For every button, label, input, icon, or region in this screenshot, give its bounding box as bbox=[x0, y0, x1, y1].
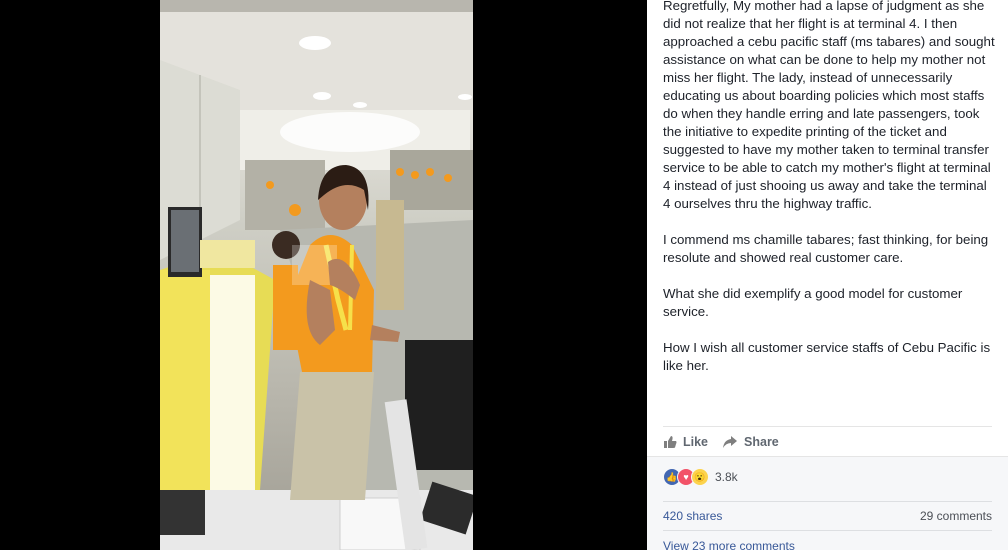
post-stats: 👍 ♥ 😮 3.8k 420 shares 29 comments View 2… bbox=[647, 456, 1008, 550]
thumbs-up-icon bbox=[663, 435, 677, 449]
airport-counter-scene bbox=[160, 0, 473, 550]
like-button[interactable]: Like bbox=[663, 435, 708, 449]
post-panel: Regretfully, My mother had a lapse of ju… bbox=[647, 0, 1008, 550]
post-actions: Like Share bbox=[663, 426, 992, 457]
reaction-count: 3.8k bbox=[715, 470, 738, 484]
post-photo[interactable] bbox=[160, 0, 473, 550]
post-paragraph: Regretfully, My mother had a lapse of ju… bbox=[663, 0, 995, 211]
photo-viewer bbox=[0, 0, 647, 550]
post-paragraph: What she did exemplify a good model for … bbox=[663, 286, 963, 319]
post-paragraph: How I wish all customer service staffs o… bbox=[663, 340, 991, 373]
reactions-summary[interactable]: 👍 ♥ 😮 3.8k bbox=[663, 468, 738, 486]
shares-link[interactable]: 420 shares bbox=[663, 509, 722, 523]
view-more-comments-link[interactable]: View 23 more comments bbox=[663, 539, 795, 550]
shares-comments-row: 420 shares 29 comments bbox=[663, 501, 992, 531]
share-button[interactable]: Share bbox=[722, 435, 779, 449]
share-arrow-icon bbox=[722, 435, 738, 449]
post-paragraph: I commend ms chamille tabares; fast thin… bbox=[663, 232, 989, 265]
share-label: Share bbox=[744, 435, 779, 449]
wow-reaction-icon: 😮 bbox=[691, 468, 709, 486]
like-label: Like bbox=[683, 435, 709, 449]
post-body: Regretfully, My mother had a lapse of ju… bbox=[663, 0, 995, 393]
comments-count[interactable]: 29 comments bbox=[920, 509, 992, 523]
